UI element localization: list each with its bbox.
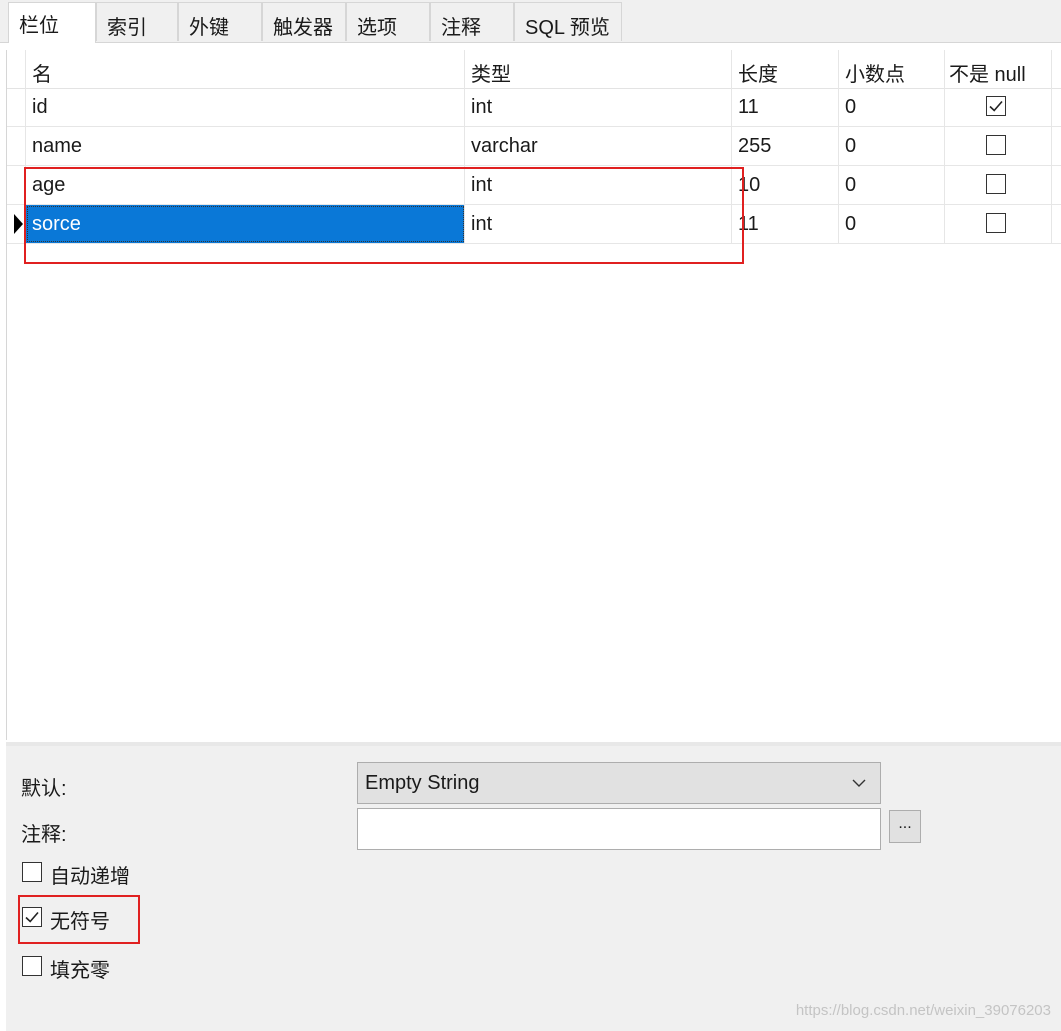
row-indicator[interactable]	[7, 88, 26, 126]
not-null-cell	[945, 127, 1052, 165]
column-header-type[interactable]: 类型	[465, 50, 732, 88]
comment-label: 注释:	[21, 824, 67, 846]
field-decimals-cell[interactable]: 0	[839, 205, 945, 243]
field-name-cell[interactable]: name	[26, 127, 465, 165]
auto-increment-checkbox[interactable]	[22, 862, 42, 882]
table-row[interactable]: sorce int 11 0	[7, 205, 1061, 244]
chevron-down-icon	[852, 779, 866, 787]
not-null-checkbox[interactable]	[986, 174, 1006, 194]
tab-indexes[interactable]: 索引	[96, 2, 178, 41]
field-type-cell[interactable]: int	[465, 88, 732, 126]
row-indicator[interactable]	[7, 166, 26, 204]
unsigned-checkbox[interactable]	[22, 907, 42, 927]
grid-header: 名 类型 长度 小数点 不是 null	[7, 50, 1061, 89]
field-type-cell[interactable]: varchar	[465, 127, 732, 165]
not-null-cell	[945, 205, 1052, 243]
column-header-not-null[interactable]: 不是 null	[945, 50, 1052, 88]
tab-comment[interactable]: 注释	[430, 2, 514, 41]
table-row[interactable]: name varchar 255 0	[7, 127, 1061, 166]
zerofill-label: 填充零	[50, 960, 110, 982]
fields-grid: 名 类型 长度 小数点 不是 null id int 11 0 name var…	[6, 50, 1061, 740]
table-row[interactable]: age int 10 0	[7, 166, 1061, 205]
field-type-cell[interactable]: int	[465, 205, 732, 243]
not-null-checkbox[interactable]	[986, 213, 1006, 233]
field-decimals-cell[interactable]: 0	[839, 127, 945, 165]
field-type-cell[interactable]: int	[465, 166, 732, 204]
field-length-cell[interactable]: 10	[732, 166, 839, 204]
default-label: 默认:	[21, 778, 67, 800]
row-indicator[interactable]	[7, 127, 26, 165]
field-decimals-cell[interactable]: 0	[839, 88, 945, 126]
default-value-text: Empty String	[365, 772, 480, 794]
watermark: https://blog.csdn.net/weixin_39076203	[795, 1002, 1051, 1019]
field-properties-panel: 默认: Empty String 注释: ... 自动递增 无符号 填充零	[6, 742, 1061, 1031]
field-name-cell[interactable]: sorce	[26, 205, 465, 243]
not-null-checkbox[interactable]	[986, 135, 1006, 155]
column-header-decimals[interactable]: 小数点	[839, 50, 945, 88]
unsigned-label: 无符号	[50, 911, 110, 933]
not-null-checkbox[interactable]	[986, 96, 1006, 116]
table-row[interactable]: id int 11 0	[7, 88, 1061, 127]
comment-input[interactable]	[357, 808, 881, 850]
tab-triggers[interactable]: 触发器	[262, 2, 346, 41]
current-row-arrow-icon	[14, 214, 23, 234]
default-value-select[interactable]: Empty String	[357, 762, 881, 804]
tab-bar: 栏位 索引 外键 触发器 选项 注释 SQL 预览	[0, 0, 1061, 43]
tab-options[interactable]: 选项	[346, 2, 430, 41]
column-header-name[interactable]: 名	[26, 50, 465, 88]
field-length-cell[interactable]: 11	[732, 205, 839, 243]
header-indicator-cell	[7, 50, 26, 88]
not-null-cell	[945, 166, 1052, 204]
check-icon	[25, 911, 39, 923]
zerofill-checkbox[interactable]	[22, 956, 42, 976]
row-indicator[interactable]	[7, 205, 26, 243]
tab-sql-preview[interactable]: SQL 预览	[514, 2, 622, 41]
auto-increment-label: 自动递增	[50, 866, 130, 888]
comment-editor-button[interactable]: ...	[889, 810, 921, 843]
field-name-cell[interactable]: age	[26, 166, 465, 204]
tab-fields[interactable]: 栏位	[8, 2, 96, 43]
field-name-cell[interactable]: id	[26, 88, 465, 126]
check-icon	[989, 100, 1003, 112]
column-header-length[interactable]: 长度	[732, 50, 839, 88]
tab-foreign-keys[interactable]: 外键	[178, 2, 262, 41]
field-length-cell[interactable]: 11	[732, 88, 839, 126]
not-null-cell	[945, 88, 1052, 126]
field-length-cell[interactable]: 255	[732, 127, 839, 165]
field-decimals-cell[interactable]: 0	[839, 166, 945, 204]
